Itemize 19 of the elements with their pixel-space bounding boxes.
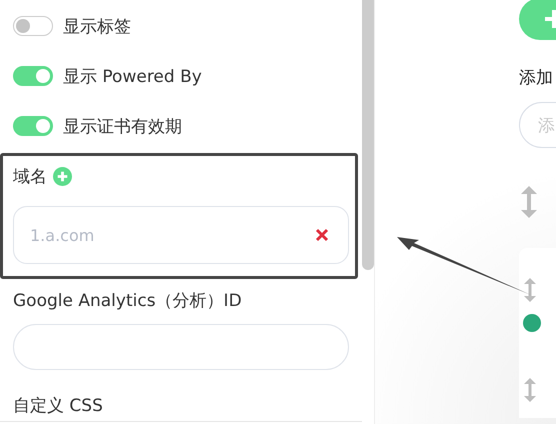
drag-handle-icon[interactable]: [524, 278, 536, 302]
toggle-label: 显示 Powered By: [63, 66, 202, 88]
toggle-switch[interactable]: [13, 66, 53, 86]
toggle-label: 显示标签: [63, 16, 131, 38]
scrollbar-thumb[interactable]: [362, 0, 374, 270]
toggle-switch[interactable]: [13, 16, 53, 36]
toggle-switch[interactable]: [13, 116, 53, 136]
domain-input[interactable]: 1.a.com: [13, 206, 349, 264]
drag-handle-icon[interactable]: [521, 186, 537, 218]
drag-handle-icon[interactable]: [524, 378, 536, 402]
remove-icon[interactable]: [315, 228, 329, 242]
status-dot-icon: [523, 314, 541, 332]
field-label: Google Analytics（分析）ID: [13, 290, 243, 312]
add-icon[interactable]: [53, 166, 72, 186]
field-label: 域名: [13, 166, 47, 188]
analytics-input[interactable]: [13, 324, 349, 370]
toggle-label: 显示证书有效期: [63, 116, 182, 138]
field-label: 自定义 CSS: [13, 395, 104, 417]
section-label: 添加: [519, 67, 554, 89]
